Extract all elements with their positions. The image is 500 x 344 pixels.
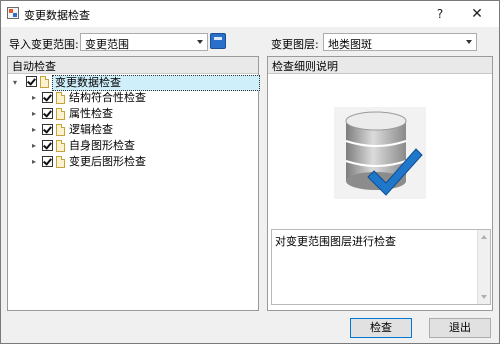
document-icon xyxy=(56,124,65,136)
document-icon xyxy=(56,156,65,168)
item-label[interactable]: 自身图形检查 xyxy=(69,139,135,153)
change-layer-combo[interactable]: 地类图斑 xyxy=(323,33,477,51)
import-range-label: 导入变更范围: xyxy=(9,38,79,51)
document-icon xyxy=(40,76,49,88)
document-icon xyxy=(56,140,65,152)
item-checkbox[interactable] xyxy=(42,92,53,103)
rule-description-header: 检查细则说明 xyxy=(268,57,492,74)
auto-check-panel: 自动检查 ▾ 变更数据检查 ▸ 结构符合性检查 ▸ 属性检查 ▸ 逻辑检查 ▸ … xyxy=(7,56,260,311)
root-label[interactable]: 变更数据检查 xyxy=(52,75,260,91)
expand-icon[interactable]: ▸ xyxy=(32,109,40,119)
window-title: 变更数据检查 xyxy=(24,9,90,22)
description-text: 对变更范围图层进行检查 xyxy=(275,235,396,248)
tree-root-node[interactable]: ▾ 变更数据检查 xyxy=(8,75,260,91)
item-checkbox[interactable] xyxy=(42,156,53,167)
item-checkbox[interactable] xyxy=(42,140,53,151)
item-label[interactable]: 结构符合性检查 xyxy=(69,91,146,105)
description-text-box[interactable]: 对变更范围图层进行检查 xyxy=(271,229,491,305)
chevron-down-icon xyxy=(197,40,203,44)
tree-item-self-geometry[interactable]: ▸ 自身图形检查 xyxy=(8,139,258,154)
auto-check-header: 自动检查 xyxy=(8,57,258,74)
dialog-window: 变更数据检查 ? ✕ 导入变更范围: 变更范围 变更图层: 地类图斑 自动检查 … xyxy=(0,0,500,344)
item-label[interactable]: 逻辑检查 xyxy=(69,123,113,137)
description-scrollbar[interactable] xyxy=(477,230,490,304)
expand-icon[interactable]: ▸ xyxy=(32,93,40,103)
change-layer-value: 地类图斑 xyxy=(328,38,372,51)
change-layer-label: 变更图层: xyxy=(271,38,319,51)
close-button[interactable]: ✕ xyxy=(462,1,492,27)
expand-icon[interactable]: ▸ xyxy=(32,141,40,151)
title-bar: 变更数据检查 ? ✕ xyxy=(1,1,499,27)
item-label[interactable]: 变更后图形检查 xyxy=(69,155,146,169)
expand-icon[interactable]: ▸ xyxy=(32,157,40,167)
import-range-value: 变更范围 xyxy=(85,38,129,51)
exit-button[interactable]: 退出 xyxy=(429,318,491,338)
document-icon xyxy=(56,108,65,120)
scroll-up-icon[interactable] xyxy=(481,235,487,239)
rule-description-title: 检查细则说明 xyxy=(272,60,338,73)
help-button[interactable]: ? xyxy=(425,1,455,27)
root-checkbox[interactable] xyxy=(26,76,37,87)
import-range-combo[interactable]: 变更范围 xyxy=(80,33,208,51)
check-button[interactable]: 检查 xyxy=(350,318,412,338)
tree-item-logic[interactable]: ▸ 逻辑检查 xyxy=(8,123,258,138)
chevron-down-icon xyxy=(466,40,472,44)
app-icon xyxy=(7,7,19,19)
tree-item-post-change-geometry[interactable]: ▸ 变更后图形检查 xyxy=(8,155,258,170)
item-label[interactable]: 属性检查 xyxy=(69,107,113,121)
browse-file-icon[interactable] xyxy=(210,33,226,49)
tree-item-attribute[interactable]: ▸ 属性检查 xyxy=(8,107,258,122)
database-check-icon xyxy=(334,107,426,199)
expand-icon[interactable]: ▸ xyxy=(32,125,40,135)
auto-check-title: 自动检查 xyxy=(12,60,56,73)
document-icon xyxy=(56,92,65,104)
item-checkbox[interactable] xyxy=(42,124,53,135)
collapse-icon[interactable]: ▾ xyxy=(13,78,21,88)
item-checkbox[interactable] xyxy=(42,108,53,119)
tree-item-structure[interactable]: ▸ 结构符合性检查 xyxy=(8,91,258,106)
scroll-down-icon[interactable] xyxy=(481,295,487,299)
